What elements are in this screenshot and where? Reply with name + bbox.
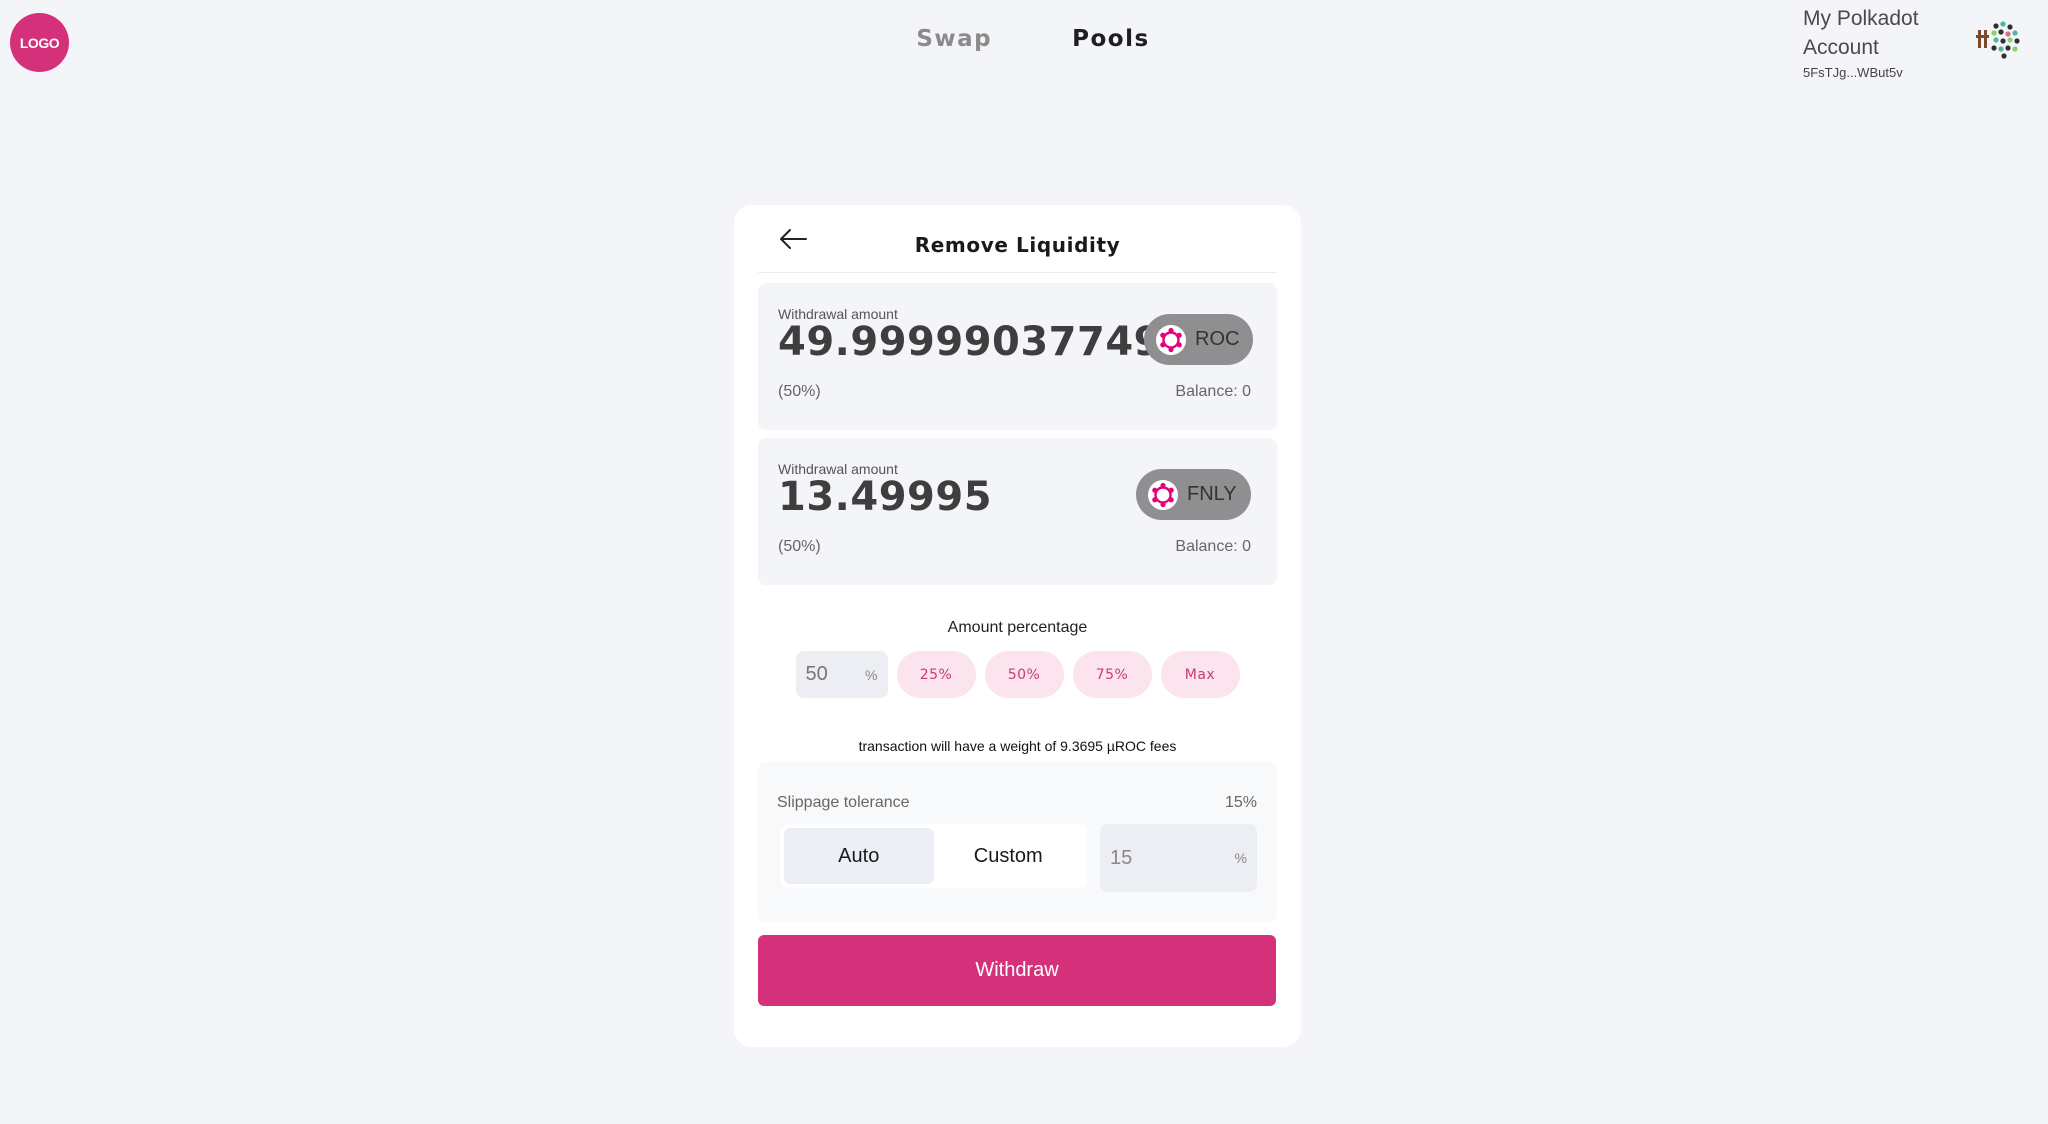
token-fnly-box: Withdrawal amount 13.49995 FNLY (50%) Ba… xyxy=(758,438,1277,585)
account-address: 5FsTJg...WBut5v xyxy=(1803,65,1903,80)
amount-percentage-title: Amount percentage xyxy=(947,619,1088,636)
slippage-mode-toggle: Auto Custom xyxy=(780,824,1087,888)
token-selector-fnly[interactable]: FNLY xyxy=(1136,469,1251,520)
amount-percentage-section: Amount percentage % 25% 50% 75% Max xyxy=(734,619,1301,698)
withdrawal-amount-value: 13.49995 xyxy=(778,474,993,520)
nav-pools[interactable]: Pools xyxy=(1072,26,1150,52)
token-balance: Balance: 0 xyxy=(1175,538,1251,555)
withdrawal-amount-value: 49.99999037749 xyxy=(778,319,1158,365)
account-name: My Polkadot Account xyxy=(1803,7,1919,59)
percent-75-button[interactable]: 75% xyxy=(1072,651,1152,698)
token-percent: (50%) xyxy=(778,538,821,555)
card-header: Remove Liquidity xyxy=(758,205,1277,273)
polkadot-icon xyxy=(1156,324,1186,355)
transaction-fee-text: transaction will have a weight of 9.3695… xyxy=(858,738,1177,754)
percent-unit: % xyxy=(865,666,878,683)
slippage-label: Slippage tolerance xyxy=(777,794,910,811)
percent-max-button[interactable]: Max xyxy=(1160,651,1240,698)
percent-50-button[interactable]: 50% xyxy=(984,651,1064,698)
account-info[interactable]: My Polkadot Account 5FsTJg...WBut5v xyxy=(1803,4,1953,80)
slippage-section: Slippage tolerance 15% Auto Custom % xyxy=(758,762,1277,922)
percentage-input-wrapper: % xyxy=(795,651,888,698)
token-symbol: ROC xyxy=(1195,328,1240,350)
slippage-value: 15% xyxy=(1224,794,1257,811)
account-avatar-icon[interactable] xyxy=(1966,20,2022,60)
percentage-input[interactable] xyxy=(805,663,856,686)
token-balance: Balance: 0 xyxy=(1175,383,1251,400)
token-percent: (50%) xyxy=(778,383,821,400)
main-nav: Swap Pools xyxy=(0,26,2048,52)
slippage-unit: % xyxy=(1234,850,1247,866)
nav-swap[interactable]: Swap xyxy=(916,26,992,52)
amount-percentage-controls: % 25% 50% 75% Max xyxy=(734,651,1301,698)
token-roc-box: Withdrawal amount 49.99999037749 ROC (50… xyxy=(758,283,1277,430)
percent-25-button[interactable]: 25% xyxy=(896,651,976,698)
remove-liquidity-card: Remove Liquidity Withdrawal amount 49.99… xyxy=(734,205,1301,1047)
withdraw-button[interactable]: Withdraw xyxy=(758,935,1276,1006)
slippage-custom-button[interactable]: Custom xyxy=(934,828,1084,884)
slippage-input-wrapper: % xyxy=(1100,824,1257,892)
token-symbol: FNLY xyxy=(1187,483,1237,505)
slippage-input[interactable] xyxy=(1110,846,1210,870)
polkadot-icon xyxy=(1148,479,1178,510)
token-selector-roc[interactable]: ROC xyxy=(1144,314,1254,365)
slippage-auto-button[interactable]: Auto xyxy=(784,828,934,884)
page-title: Remove Liquidity xyxy=(914,233,1121,257)
